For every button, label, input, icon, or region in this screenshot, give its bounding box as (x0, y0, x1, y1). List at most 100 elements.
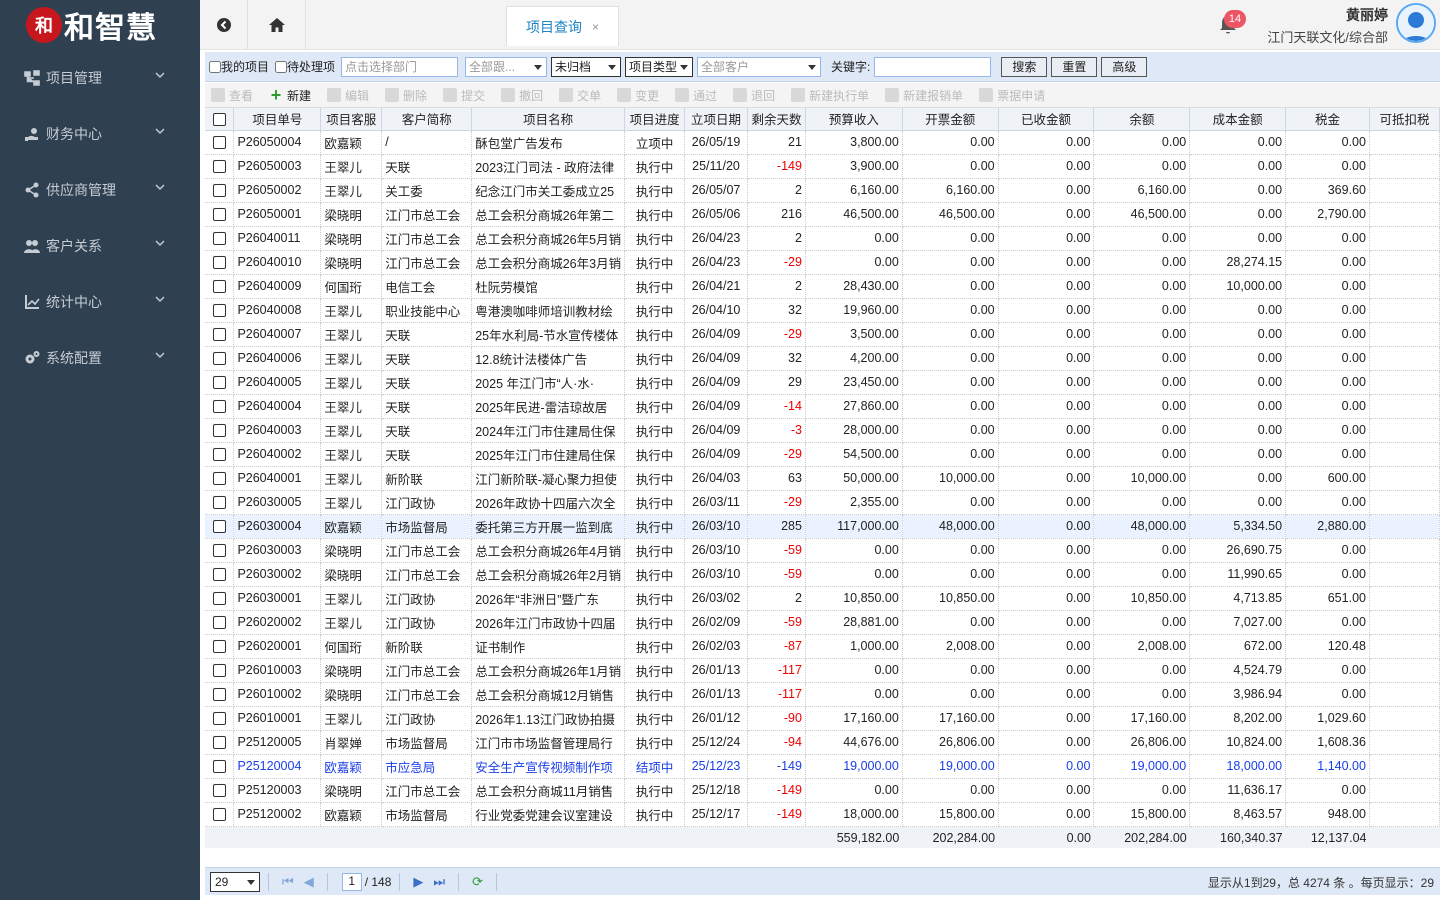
table-row[interactable]: P26030002 梁晓明 江门市总工会 总工会积分商城26年2月销 执行中 26/03/… (205, 562, 1440, 587)
row-checkbox[interactable] (205, 298, 235, 323)
column-header[interactable]: 预算收入 (805, 108, 903, 131)
table-row[interactable]: P26020002 王翠儿 江门政协 2026年江门市政协十四届 执行中 26/02/09… (205, 610, 1440, 635)
table-row[interactable]: P26030001 王翠儿 江门政协 2026年“非洲日”暨广东 执行中 26/03/02… (205, 586, 1440, 611)
table-row[interactable]: P26030003 梁晓明 江门市总工会 总工会积分商城26年4月销 执行中 26/03/… (205, 538, 1440, 563)
row-checkbox[interactable] (205, 490, 235, 515)
table-row[interactable]: P26040009 何国珩 电信工会 杜阮劳模馆 执行中 26/04/21 2 28,430.… (205, 274, 1440, 299)
row-checkbox[interactable] (205, 130, 235, 155)
page-size-select[interactable]: 29 (210, 871, 260, 892)
table-row[interactable]: P26050001 梁晓明 江门市总工会 总工会积分商城26年第二 执行中 26/05/0… (205, 202, 1440, 227)
row-checkbox[interactable] (205, 250, 235, 275)
department-input[interactable]: 点击选择部门 (341, 56, 459, 77)
select-all-checkbox[interactable] (205, 108, 235, 131)
table-row[interactable]: P26030004 欧嘉颖 市场监督局 委托第三方开展一监到底 执行中 26/03/10 2… (205, 514, 1440, 539)
row-checkbox[interactable] (205, 682, 235, 707)
sidebar-item-5[interactable]: 统计中心 (0, 274, 200, 330)
row-checkbox[interactable] (205, 634, 235, 659)
row-checkbox[interactable] (205, 658, 235, 683)
row-checkbox[interactable] (205, 370, 235, 395)
row-checkbox[interactable] (205, 514, 235, 539)
toolbar-button-9[interactable]: 通过 (675, 87, 717, 104)
column-header[interactable]: 税金 (1285, 108, 1370, 131)
row-checkbox[interactable] (205, 322, 235, 347)
row-checkbox[interactable] (205, 706, 235, 731)
avatar[interactable] (1396, 3, 1436, 43)
refresh-icon[interactable]: ⟳ (472, 874, 483, 890)
keyword-input[interactable] (874, 56, 992, 77)
table-row[interactable]: P26040008 王翠儿 职业技能中心 粤港澳咖啡师培训教材绘 执行中 26/04/10… (205, 298, 1440, 323)
table-row[interactable]: P25120003 梁晓明 江门市总工会 总工会积分商城11月销售 执行中 25/12/1… (205, 778, 1440, 803)
toolbar-button-2[interactable]: + 新建 (269, 86, 311, 104)
search-button[interactable]: 搜索 (1001, 56, 1048, 77)
table-row[interactable]: P26030005 王翠儿 江门政协 2026年政协十四届六次全 执行中 26/03/11… (205, 490, 1440, 515)
column-header[interactable]: 余额 (1093, 108, 1191, 131)
column-header[interactable]: 可抵扣税 (1369, 108, 1440, 131)
row-checkbox[interactable] (205, 178, 235, 203)
sidebar-item-4[interactable]: 客户关系 (0, 218, 200, 274)
last-page-icon[interactable]: ⏭ (433, 874, 445, 890)
sidebar-item-2[interactable]: 财务中心 (0, 106, 200, 162)
table-row[interactable]: P26040007 王翠儿 天联 25年水利局-节水宣传楼体 执行中 26/04/09 -2… (205, 322, 1440, 347)
column-header[interactable]: 开票金额 (902, 108, 999, 131)
toolbar-button-11[interactable]: 新建执行单 (791, 87, 869, 104)
row-checkbox[interactable] (205, 442, 235, 467)
row-checkbox[interactable] (205, 346, 235, 371)
row-checkbox[interactable] (205, 154, 235, 179)
next-page-icon[interactable]: ▶ (413, 874, 423, 890)
table-row[interactable]: P26020001 何国珩 新阶联 证书制作 执行中 26/02/03 -87 1,000.0… (205, 634, 1440, 659)
row-checkbox[interactable] (205, 778, 235, 803)
row-checkbox[interactable] (205, 610, 235, 635)
table-row[interactable]: P25120005 肖翠婵 市场监督局 江门市市场监督管理局行 执行中 25/12/24-… (205, 730, 1440, 755)
column-header[interactable]: 立项日期 (684, 108, 748, 131)
prev-page-icon[interactable]: ◀ (304, 874, 314, 890)
project-type-select[interactable]: 项目类型 (625, 56, 694, 77)
table-row[interactable]: P26040011 梁晓明 江门市总工会 总工会积分商城26年5月销 执行中 26/04/… (205, 226, 1440, 251)
reset-button[interactable]: 重置 (1051, 56, 1098, 77)
row-checkbox[interactable] (205, 418, 235, 443)
toolbar-button-1[interactable]: 查看 (211, 87, 253, 104)
row-checkbox[interactable] (205, 754, 235, 779)
column-header[interactable]: 已收金额 (998, 108, 1095, 131)
table-row[interactable]: P26040004 王翠儿 天联 2025年民进-雷洁琼故居 执行中 26/04/09 -1… (205, 394, 1440, 419)
sidebar-item-1[interactable]: 项目管理 (0, 50, 200, 106)
toolbar-button-12[interactable]: 新建报销单 (885, 87, 963, 104)
column-header[interactable]: 项目进度 (624, 108, 686, 131)
row-checkbox[interactable] (205, 562, 235, 587)
page-number-input[interactable]: 1 (341, 872, 362, 891)
home-button[interactable] (248, 0, 306, 50)
row-checkbox[interactable] (205, 394, 235, 419)
toolbar-button-5[interactable]: 提交 (443, 87, 485, 104)
sidebar-item-3[interactable]: 供应商管理 (0, 162, 200, 218)
row-checkbox[interactable] (205, 538, 235, 563)
advanced-button[interactable]: 高级 (1101, 56, 1148, 77)
toolbar-button-7[interactable]: 交单 (559, 87, 601, 104)
table-row[interactable]: P26050003 王翠儿 天联 2023江门司法 - 政府法律 执行中 25/11/20… (205, 154, 1440, 179)
row-checkbox[interactable] (205, 730, 235, 755)
archive-select[interactable]: 未归档 (551, 56, 622, 77)
row-checkbox[interactable] (205, 802, 235, 827)
table-row[interactable]: P26040001 王翠儿 新阶联 江门新阶联-凝心聚力担使 执行中 26/04/03 63… (205, 466, 1440, 491)
tab-project-query[interactable]: 项目查询 × (506, 6, 619, 46)
table-row[interactable]: P26050004 欧嘉颖 / 酥包堂广告发布 立项中 26/05/19 21 3,800.0… (205, 130, 1440, 155)
column-header[interactable]: 项目名称 (471, 108, 626, 131)
toolbar-button-6[interactable]: 撤回 (501, 87, 543, 104)
table-row[interactable]: P26040010 梁晓明 江门市总工会 总工会积分商城26年3月销 执行中 26/04/… (205, 250, 1440, 275)
row-checkbox[interactable] (205, 202, 235, 227)
table-row[interactable]: P25120004 欧嘉颖 市应急局 安全生产宣传视频制作项 结项中 25/12/23 -1… (205, 754, 1440, 779)
column-header[interactable]: 客户简称 (381, 108, 473, 131)
row-checkbox[interactable] (205, 226, 235, 251)
back-button[interactable] (200, 0, 248, 50)
toolbar-button-4[interactable]: 删除 (385, 87, 427, 104)
column-header[interactable]: 项目客服 (320, 108, 383, 131)
table-row[interactable]: P26040005 王翠儿 天联 2025 年江门市“人·水· 执行中 26/04/09 2… (205, 370, 1440, 395)
toolbar-button-10[interactable]: 退回 (733, 87, 775, 104)
toolbar-button-3[interactable]: 编辑 (327, 87, 369, 104)
row-checkbox[interactable] (205, 274, 235, 299)
table-row[interactable]: P25120002 欧嘉颖 市场监督局 行业党委党建会议室建设 执行中 25/12/17-… (205, 802, 1440, 827)
table-row[interactable]: P26010001 王翠儿 江门政协 2026年1.13江门政协拍摄 执行中 26/01/… (205, 706, 1440, 731)
row-checkbox[interactable] (205, 586, 235, 611)
client-select[interactable]: 全部客户 (697, 56, 822, 77)
column-header[interactable]: 项目单号 (233, 108, 322, 131)
first-page-icon[interactable]: ⏮ (282, 874, 294, 890)
toolbar-button-13[interactable]: 票据申请 (979, 87, 1045, 104)
